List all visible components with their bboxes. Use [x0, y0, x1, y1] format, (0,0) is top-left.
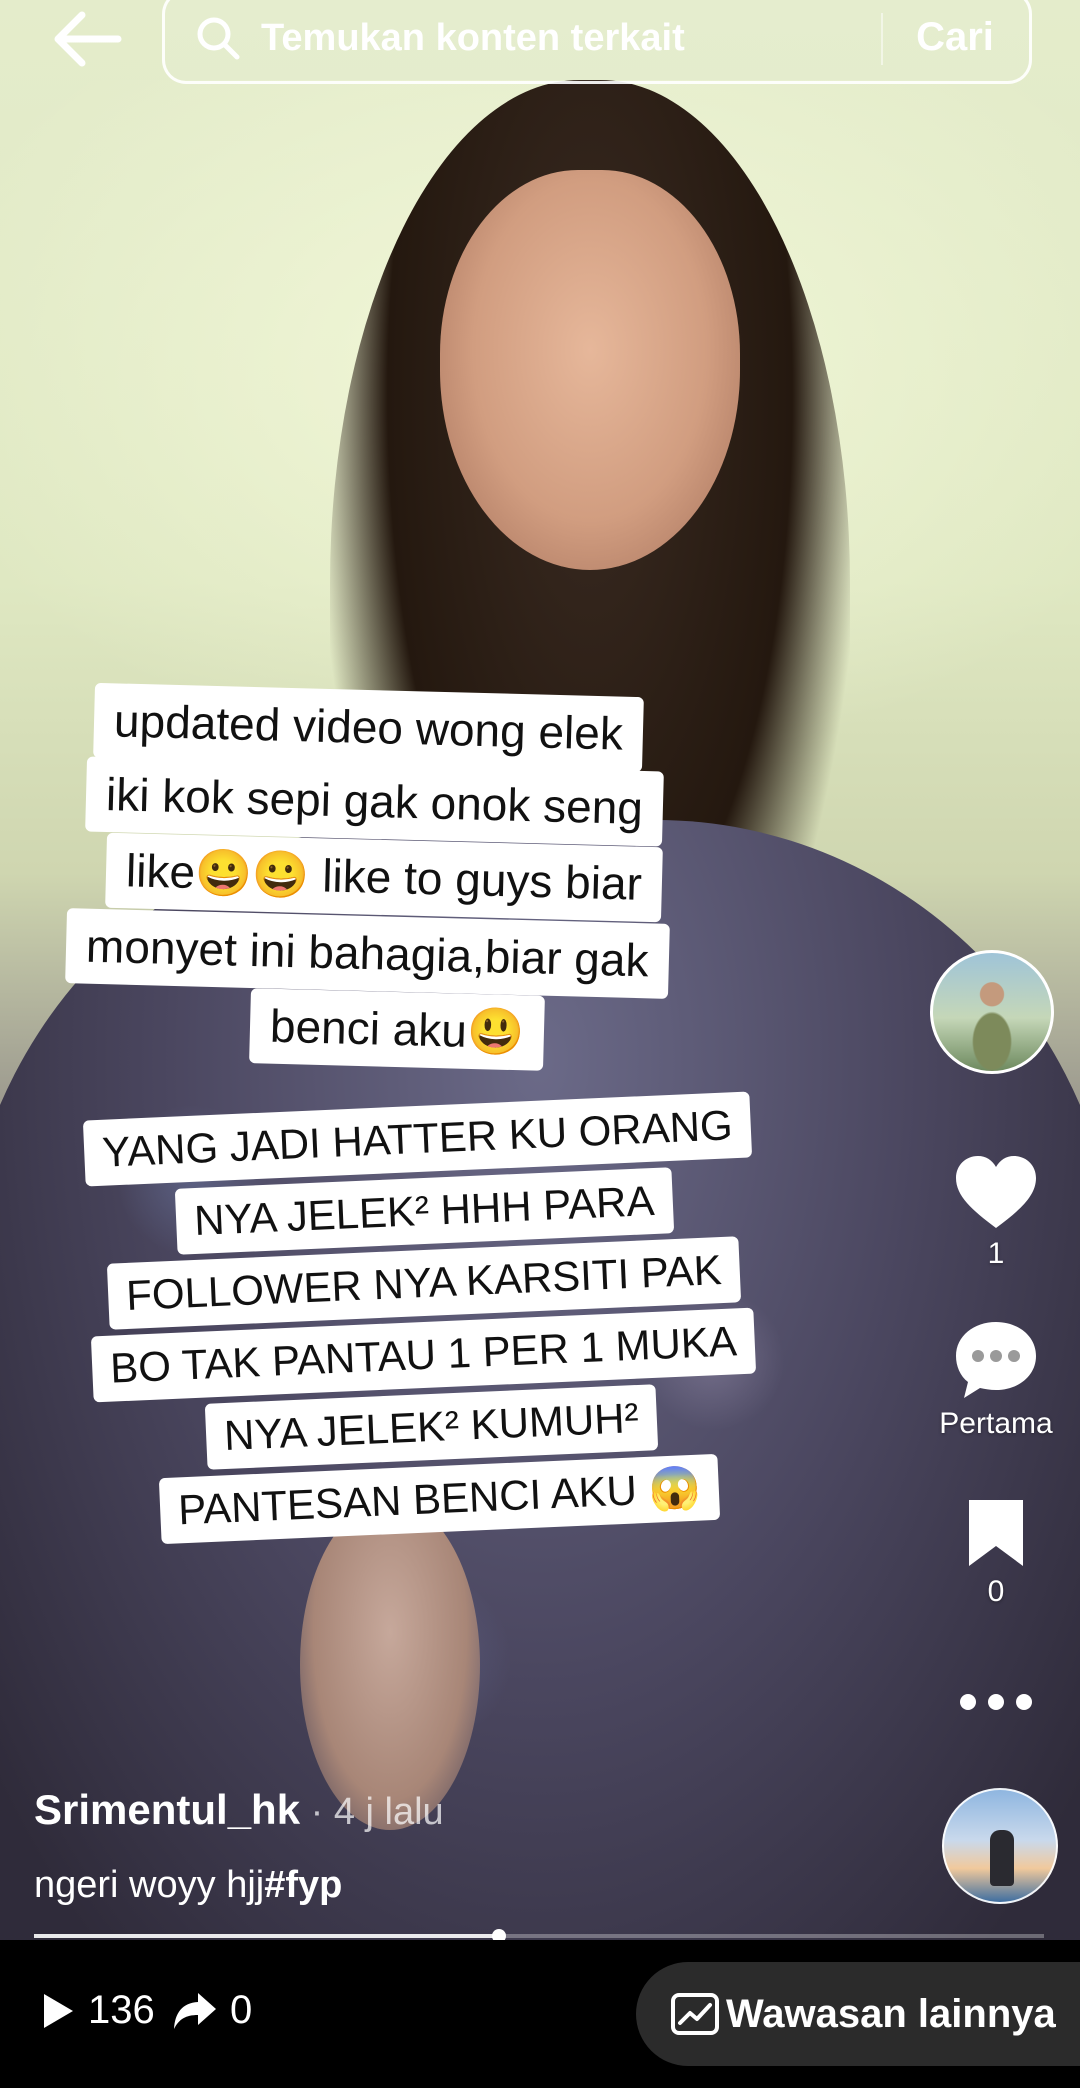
more-dots-icon [960, 1694, 1032, 1710]
description-text: ngeri woyy hjj [34, 1864, 265, 1906]
share-arrow-icon [174, 1992, 216, 2029]
bottom-stats-bar: 136 0 Wawasan lainnya [0, 1940, 1080, 2088]
caption-line: like😀😀 like to guys biar [105, 832, 663, 922]
video-progress-bar[interactable] [34, 1929, 1044, 1943]
post-username[interactable]: Srimentul_hk · 4 j lalu [34, 1786, 444, 1834]
video-person-hand [300, 1500, 480, 1830]
share-count: 0 [230, 1988, 253, 2032]
comment-label: Pertama [939, 1407, 1053, 1440]
username-text[interactable]: Srimentul_hk [34, 1786, 300, 1833]
video-person-face [440, 170, 740, 570]
save-count: 0 [987, 1575, 1005, 1608]
play-count-stat: 136 [40, 1988, 155, 2033]
caption-line: monyet ini bahagia,biar gak [65, 908, 670, 999]
search-bar[interactable]: Cari [162, 0, 1032, 84]
search-input[interactable] [259, 7, 823, 69]
sound-disc-avatar[interactable] [942, 1788, 1058, 1904]
caption-line: iki kok sepi gak onok seng [85, 756, 664, 847]
hashtag-link[interactable]: #fyp [264, 1864, 342, 1906]
more-options-button[interactable] [958, 1690, 1034, 1714]
search-icon [197, 17, 240, 60]
share-count-stat: 0 [172, 1988, 252, 2033]
save-button[interactable]: 0 [936, 1496, 1056, 1609]
like-button[interactable]: 1 [936, 1152, 1056, 1271]
caption-line: benci aku😃 [249, 988, 546, 1071]
heart-icon [956, 1156, 1036, 1228]
comment-button[interactable]: Pertama [936, 1318, 1056, 1441]
more-insights-button[interactable]: Wawasan lainnya [636, 1962, 1080, 2066]
search-divider [881, 13, 883, 65]
arrow-left-icon [54, 11, 122, 67]
like-count: 1 [987, 1237, 1005, 1270]
post-time: · 4 j lalu [300, 1791, 444, 1833]
insights-chart-icon [671, 1993, 719, 2035]
search-submit-button[interactable]: Cari [895, 7, 1015, 67]
play-count: 136 [88, 1988, 155, 2032]
creator-avatar[interactable] [930, 950, 1054, 1074]
bookmark-icon [969, 1500, 1023, 1566]
sound-disc-figure [990, 1830, 1014, 1886]
video-progress-fill [34, 1934, 499, 1938]
play-icon [44, 1993, 73, 2028]
comment-bubble-icon [956, 1322, 1036, 1398]
post-description[interactable]: ngeri woyy hjj#fyp [34, 1864, 342, 1907]
insights-label: Wawasan lainnya [726, 1991, 1056, 2036]
back-button[interactable] [48, 6, 126, 72]
